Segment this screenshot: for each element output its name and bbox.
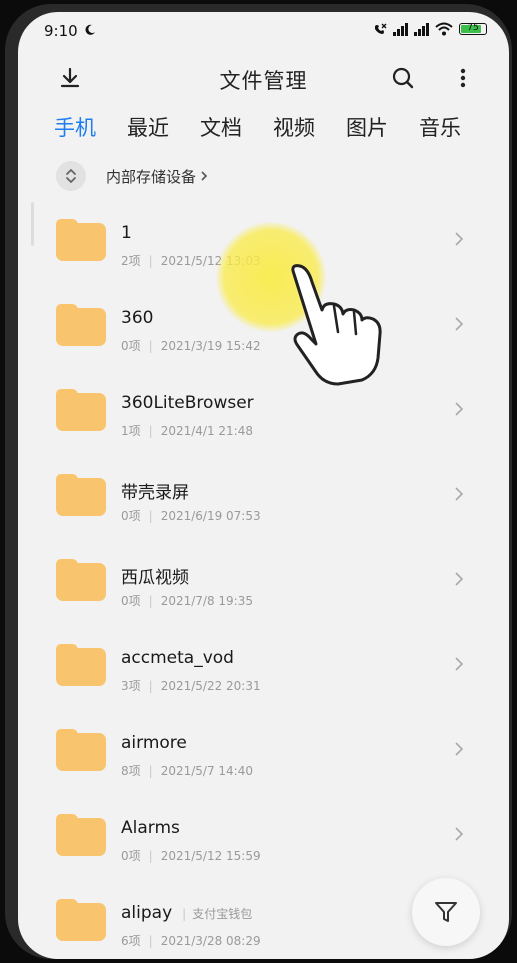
item-count: 8项 bbox=[121, 764, 141, 778]
tab-images[interactable]: 图片 bbox=[346, 112, 388, 148]
signal-icon bbox=[393, 22, 408, 36]
item-count: 0项 bbox=[121, 339, 141, 353]
folder-icon bbox=[56, 729, 106, 771]
file-name: 360LiteBrowser bbox=[121, 393, 254, 413]
chevron-right-icon bbox=[455, 657, 464, 671]
battery-level: 75 bbox=[467, 23, 479, 33]
modified-date: 2021/5/22 20:31 bbox=[160, 679, 261, 693]
file-meta: 0项 | 2021/3/19 15:42 bbox=[121, 339, 261, 353]
item-count: 0项 bbox=[121, 849, 141, 863]
folder-icon bbox=[56, 559, 106, 601]
chevron-right-icon bbox=[455, 487, 464, 501]
file-meta: 3项 | 2021/5/22 20:31 bbox=[121, 679, 261, 693]
chevron-right-icon bbox=[201, 171, 208, 181]
modified-date: 2021/7/8 19:35 bbox=[160, 594, 253, 608]
modified-date: 2021/6/19 07:53 bbox=[160, 509, 261, 523]
signal-icon-2 bbox=[414, 22, 429, 36]
breadcrumb: 内部存储设备 bbox=[56, 160, 208, 192]
tab-recent[interactable]: 最近 bbox=[127, 112, 169, 148]
chevron-right-icon bbox=[455, 232, 464, 246]
chevron-right-icon bbox=[455, 742, 464, 756]
file-meta: 8项 | 2021/5/7 14:40 bbox=[121, 764, 253, 778]
tab-music[interactable]: 音乐 bbox=[419, 112, 461, 148]
status-time: 9:10 bbox=[44, 22, 78, 40]
filter-icon bbox=[435, 902, 457, 922]
wifi-icon bbox=[435, 22, 453, 36]
tab-phone[interactable]: 手机 bbox=[54, 112, 96, 148]
chevron-right-icon bbox=[455, 827, 464, 841]
file-name-text: alipay bbox=[121, 903, 173, 923]
expand-collapse-icon bbox=[66, 169, 76, 183]
screen: 9:10 75 文件管理 手机 最近 文档 视频 图片 音乐 内部存储设备 1 … bbox=[18, 12, 509, 959]
status-bar: 9:10 75 bbox=[18, 12, 509, 50]
folder-icon bbox=[56, 644, 106, 686]
chevron-right-icon bbox=[455, 402, 464, 416]
list-item[interactable]: 360LiteBrowser 1项 | 2021/4/1 21:48 bbox=[18, 367, 509, 452]
moon-icon bbox=[85, 24, 95, 35]
file-name: alipay | 支付宝钱包 bbox=[121, 903, 253, 923]
file-meta: 1项 | 2021/4/1 21:48 bbox=[121, 424, 253, 438]
modified-date: 2021/5/7 14:40 bbox=[160, 764, 253, 778]
file-name: airmore bbox=[121, 733, 187, 753]
tab-documents[interactable]: 文档 bbox=[200, 112, 242, 148]
folder-icon bbox=[56, 219, 106, 261]
file-meta: 0项 | 2021/5/12 15:59 bbox=[121, 849, 261, 863]
category-tabs: 手机 最近 文档 视频 图片 音乐 bbox=[54, 112, 492, 148]
folder-icon bbox=[56, 304, 106, 346]
folder-icon bbox=[56, 389, 106, 431]
modified-date: 2021/4/1 21:48 bbox=[160, 424, 253, 438]
item-count: 0项 bbox=[121, 509, 141, 523]
item-count: 6项 bbox=[121, 934, 141, 948]
item-count: 3项 bbox=[121, 679, 141, 693]
folder-icon bbox=[56, 899, 106, 941]
tab-videos[interactable]: 视频 bbox=[273, 112, 315, 148]
file-name: 1 bbox=[121, 223, 132, 243]
expand-toggle-button[interactable] bbox=[56, 161, 86, 191]
item-count: 0项 bbox=[121, 594, 141, 608]
list-item[interactable]: 带壳录屏 0项 | 2021/6/19 07:53 bbox=[18, 452, 509, 537]
folder-icon bbox=[56, 814, 106, 856]
list-item[interactable]: airmore 8项 | 2021/5/7 14:40 bbox=[18, 707, 509, 792]
search-icon[interactable] bbox=[389, 64, 417, 92]
call-icon bbox=[375, 23, 387, 34]
breadcrumb-internal-storage[interactable]: 内部存储设备 bbox=[106, 166, 196, 187]
modified-date: 2021/3/19 15:42 bbox=[160, 339, 261, 353]
phone-frame: 9:10 75 文件管理 手机 最近 文档 视频 图片 音乐 内部存储设备 1 … bbox=[5, 4, 512, 959]
file-meta: 6项 | 2021/3/28 08:29 bbox=[121, 934, 261, 948]
battery-icon: 75 bbox=[459, 23, 487, 35]
app-tag: 支付宝钱包 bbox=[192, 907, 253, 921]
file-meta: 0项 | 2021/6/19 07:53 bbox=[121, 509, 261, 523]
modified-date: 2021/3/28 08:29 bbox=[160, 934, 261, 948]
item-count: 1项 bbox=[121, 424, 141, 438]
more-options-icon[interactable] bbox=[449, 64, 477, 92]
list-item[interactable]: accmeta_vod 3项 | 2021/5/22 20:31 bbox=[18, 622, 509, 707]
file-name: Alarms bbox=[121, 818, 180, 838]
file-name: accmeta_vod bbox=[121, 648, 234, 668]
chevron-right-icon bbox=[455, 572, 464, 586]
file-name: 西瓜视频 bbox=[121, 568, 189, 588]
status-icons: 75 bbox=[373, 22, 487, 36]
item-count: 2项 bbox=[121, 254, 141, 268]
chevron-right-icon bbox=[455, 317, 464, 331]
file-name: 360 bbox=[121, 308, 154, 328]
app-header: 文件管理 bbox=[18, 58, 509, 98]
page-title: 文件管理 bbox=[219, 69, 308, 93]
list-item[interactable]: Alarms 0项 | 2021/5/12 15:59 bbox=[18, 792, 509, 877]
modified-date: 2021/5/12 15:59 bbox=[160, 849, 261, 863]
filter-button[interactable] bbox=[412, 878, 480, 946]
pointing-hand-icon bbox=[291, 264, 382, 386]
folder-icon bbox=[56, 474, 106, 516]
list-item[interactable]: 西瓜视频 0项 | 2021/7/8 19:35 bbox=[18, 537, 509, 622]
file-name: 带壳录屏 bbox=[121, 483, 189, 503]
file-meta: 0项 | 2021/7/8 19:35 bbox=[121, 594, 253, 608]
